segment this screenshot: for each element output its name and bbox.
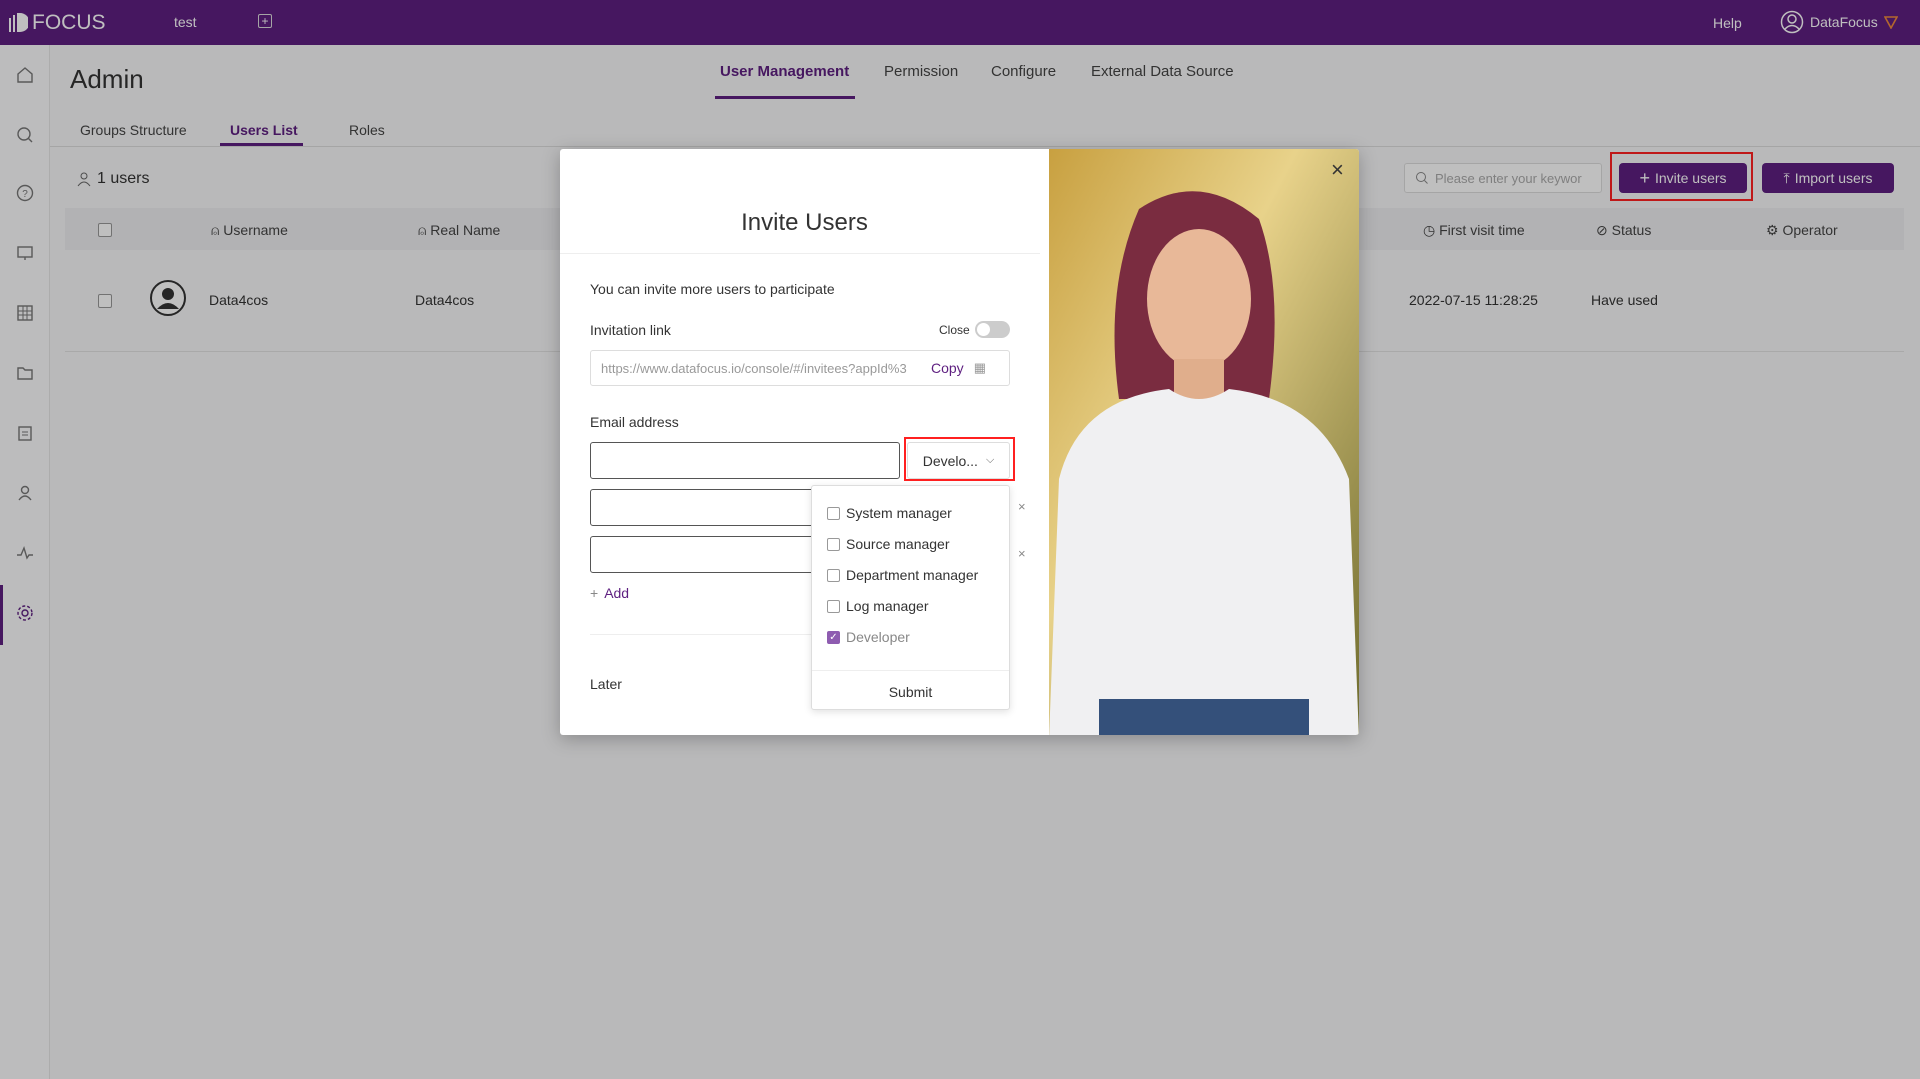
dialog-title: Invite Users <box>741 209 868 236</box>
close-icon[interactable]: × <box>1331 157 1344 183</box>
checkbox-checked[interactable]: ✓ <box>827 630 840 644</box>
invitation-link-field[interactable]: https://www.datafocus.io/console/#/invit… <box>590 350 1010 386</box>
qr-code-icon[interactable]: ▦ <box>974 360 986 376</box>
later-button[interactable]: Later <box>590 676 622 692</box>
email-input-1[interactable] <box>590 442 900 479</box>
add-email-button[interactable]: + Add <box>590 585 629 601</box>
role-option-developer[interactable]: ✓ Developer <box>827 629 910 645</box>
checkbox[interactable] <box>827 599 840 613</box>
checkbox[interactable] <box>827 537 840 551</box>
toggle-label: Close <box>939 323 970 337</box>
checkbox[interactable] <box>827 506 840 520</box>
link-value: https://www.datafocus.io/console/#/invit… <box>601 360 907 376</box>
add-label: Add <box>604 585 630 601</box>
role-option-system-manager[interactable]: System manager <box>827 505 952 521</box>
highlight-box <box>904 437 1015 481</box>
intro-text: You can invite more users to participate <box>590 281 835 297</box>
role-option-department-manager[interactable]: Department manager <box>827 567 978 583</box>
divider <box>812 670 1009 671</box>
copy-link-button[interactable]: Copy <box>931 360 964 376</box>
invitation-link-toggle[interactable] <box>975 321 1010 338</box>
plus-icon: + <box>590 585 599 601</box>
email-label: Email address <box>590 414 679 430</box>
invite-illustration-photo <box>1049 149 1359 735</box>
role-option-source-manager[interactable]: Source manager <box>827 536 950 552</box>
invite-users-dialog: Invite Users You can invite more users t… <box>560 149 1359 735</box>
role-option-log-manager[interactable]: Log manager <box>827 598 929 614</box>
invitation-link-label: Invitation link <box>590 322 671 338</box>
remove-row-icon[interactable]: × <box>1018 499 1026 514</box>
role-dropdown: System manager Source manager Department… <box>811 485 1010 710</box>
remove-row-icon[interactable]: × <box>1018 546 1026 561</box>
checkbox[interactable] <box>827 568 840 582</box>
divider <box>560 253 1040 254</box>
submit-button[interactable]: Submit <box>812 684 1009 700</box>
